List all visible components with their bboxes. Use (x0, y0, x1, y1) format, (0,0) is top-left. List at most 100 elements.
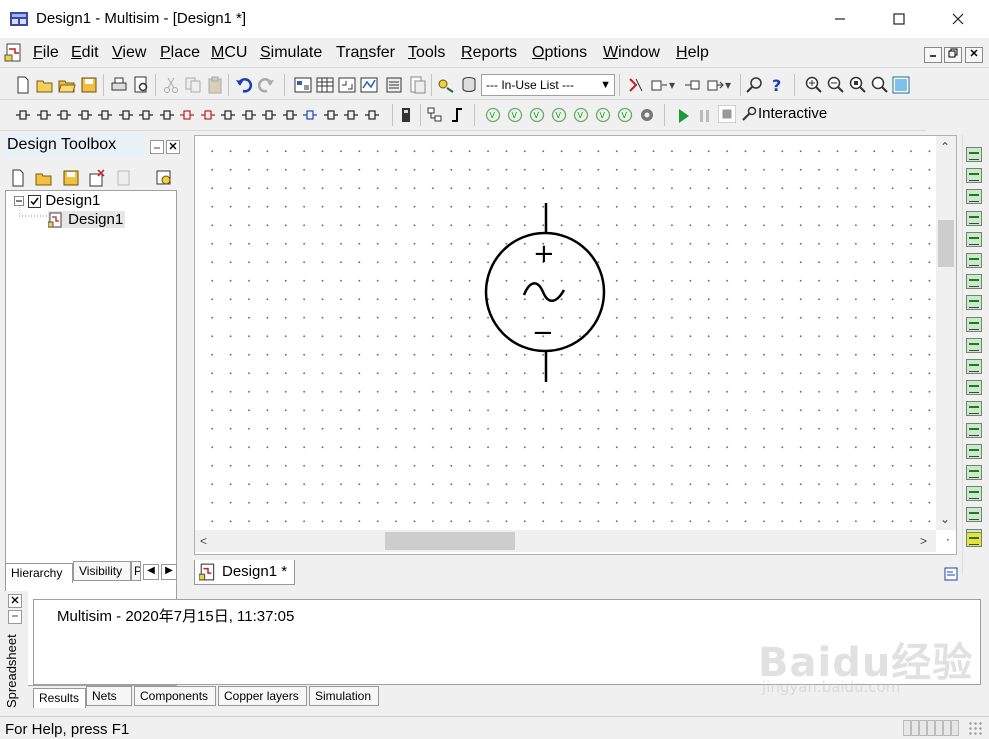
instrument-icon[interactable] (966, 253, 982, 268)
close-button[interactable] (935, 0, 981, 38)
instrument-icon[interactable] (966, 337, 982, 353)
horizontal-scrollbar[interactable] (195, 530, 936, 552)
instrument-icon[interactable] (966, 295, 982, 311)
menu-transfer[interactable]: Transfer (336, 44, 395, 62)
print-preview-icon[interactable] (132, 76, 150, 94)
view-switch-icon[interactable] (944, 567, 958, 581)
minimize-button[interactable] (817, 0, 863, 38)
menu-window[interactable]: Window (603, 44, 660, 62)
tab-components[interactable]: Components (134, 686, 216, 706)
instrument-icon[interactable] (966, 316, 982, 332)
misc-icon[interactable] (260, 106, 278, 124)
zoom-in-icon[interactable] (804, 76, 822, 94)
instrument-icon[interactable] (966, 168, 982, 184)
ttl-icon[interactable] (117, 106, 135, 124)
menu-tools[interactable]: Tools (408, 44, 445, 62)
checkbox-icon[interactable] (28, 194, 42, 208)
hierarchy-connector-icon[interactable] (363, 106, 381, 124)
menu-options[interactable]: Options (532, 44, 587, 62)
rf-icon[interactable] (301, 106, 319, 124)
toggle-full-screen-icon[interactable] (294, 76, 312, 94)
maximize-button[interactable] (876, 0, 922, 38)
mdi-minimize-button[interactable] (924, 47, 942, 63)
chevron-down-icon[interactable]: ▾ (669, 78, 675, 92)
instrument-icon[interactable] (966, 422, 982, 438)
current-probe-icon[interactable]: V (528, 106, 546, 124)
electromechanical-icon[interactable] (281, 106, 299, 124)
advanced-peripherals-icon[interactable] (178, 106, 196, 124)
resistor-icon[interactable] (35, 106, 53, 124)
ni-component-icon[interactable] (342, 106, 360, 124)
instrument-icon[interactable] (966, 380, 982, 396)
new-icon[interactable] (14, 76, 32, 94)
panel-close-button[interactable] (166, 140, 180, 154)
tab-simulation[interactable]: Simulation (309, 686, 379, 706)
instrument-icon[interactable] (966, 147, 982, 162)
instrument-icon[interactable] (966, 486, 982, 502)
interactive-mode-label[interactable]: Interactive (758, 105, 827, 122)
tab-project-view[interactable]: P (131, 561, 141, 581)
mdi-restore-button[interactable] (944, 47, 962, 63)
document-icon[interactable] (4, 43, 24, 63)
tab-results[interactable]: Results (33, 688, 86, 708)
voltage-current-probe-icon[interactable]: V (594, 106, 612, 124)
undo-icon[interactable] (235, 76, 253, 94)
resize-grip[interactable] (968, 721, 984, 737)
copy-icon[interactable] (184, 76, 202, 94)
horizontal-scroll-thumb[interactable] (385, 532, 515, 550)
grapher-icon[interactable] (360, 76, 378, 94)
save-icon[interactable] (80, 76, 98, 94)
mixed-icon[interactable] (199, 106, 217, 124)
tab-scroll-left-button[interactable]: ◀ (143, 564, 159, 580)
vertical-scrollbar[interactable] (936, 136, 956, 530)
scroll-down-icon[interactable]: ⌄ (940, 512, 950, 526)
menu-view[interactable]: View (112, 44, 146, 62)
open-recent-icon[interactable] (36, 76, 54, 94)
diff-voltage-probe-icon[interactable]: V (572, 106, 590, 124)
voltage-probe-icon[interactable]: V (506, 106, 524, 124)
tab-hierarchy[interactable]: Hierarchy (5, 563, 73, 583)
probe-icon[interactable] (397, 106, 415, 124)
run-icon[interactable] (674, 107, 692, 125)
database-icon[interactable] (460, 76, 478, 94)
transfer-icon[interactable] (706, 76, 724, 94)
instrument-icon[interactable] (966, 507, 982, 523)
zoom-area-icon[interactable] (848, 76, 866, 94)
scroll-left-icon[interactable]: < (200, 534, 207, 548)
tab-visibility[interactable]: Visibility (73, 561, 131, 581)
pause-icon[interactable] (696, 107, 714, 125)
instrument-icon[interactable] (966, 401, 982, 417)
stop-icon[interactable] (718, 105, 736, 123)
menu-file[interactable]: File (33, 44, 59, 62)
forward-annotate-icon[interactable] (683, 76, 701, 94)
cut-icon[interactable] (162, 76, 180, 94)
menu-reports[interactable]: Reports (461, 44, 517, 62)
backannotate-icon[interactable] (650, 76, 668, 94)
erc-icon[interactable] (626, 76, 644, 94)
print-icon[interactable] (110, 76, 128, 94)
probe-settings-icon[interactable] (638, 106, 656, 124)
menu-simulate[interactable]: Simulate (260, 44, 322, 62)
indicator-icon[interactable] (219, 106, 237, 124)
open-design-disabled-icon[interactable] (115, 169, 133, 187)
postprocessor-icon[interactable] (385, 76, 403, 94)
tab-nets[interactable]: Nets (86, 686, 132, 706)
project-view-icon[interactable] (155, 169, 173, 187)
panel-pin-button[interactable] (150, 140, 164, 154)
spreadsheet-close-button[interactable] (8, 594, 22, 608)
power-icon[interactable] (240, 106, 258, 124)
chevron-down-icon[interactable]: ▾ (725, 78, 731, 92)
vertical-scroll-thumb[interactable] (938, 220, 954, 267)
close-design-icon[interactable] (88, 169, 106, 187)
instrument-icon[interactable] (966, 189, 982, 205)
instrument-icon[interactable] (966, 443, 982, 459)
connector-icon[interactable] (322, 106, 340, 124)
tab-design1[interactable]: Design1 * (194, 560, 295, 585)
menu-place[interactable]: Place (160, 44, 200, 62)
tree-node-design-sheet[interactable]: Design1 (47, 211, 126, 229)
source-icon[interactable] (14, 106, 32, 124)
sheet-view-icon[interactable] (338, 76, 356, 94)
paste-icon[interactable] (206, 76, 224, 94)
help-icon[interactable]: ? (768, 76, 786, 94)
mdi-close-button[interactable] (965, 47, 983, 63)
